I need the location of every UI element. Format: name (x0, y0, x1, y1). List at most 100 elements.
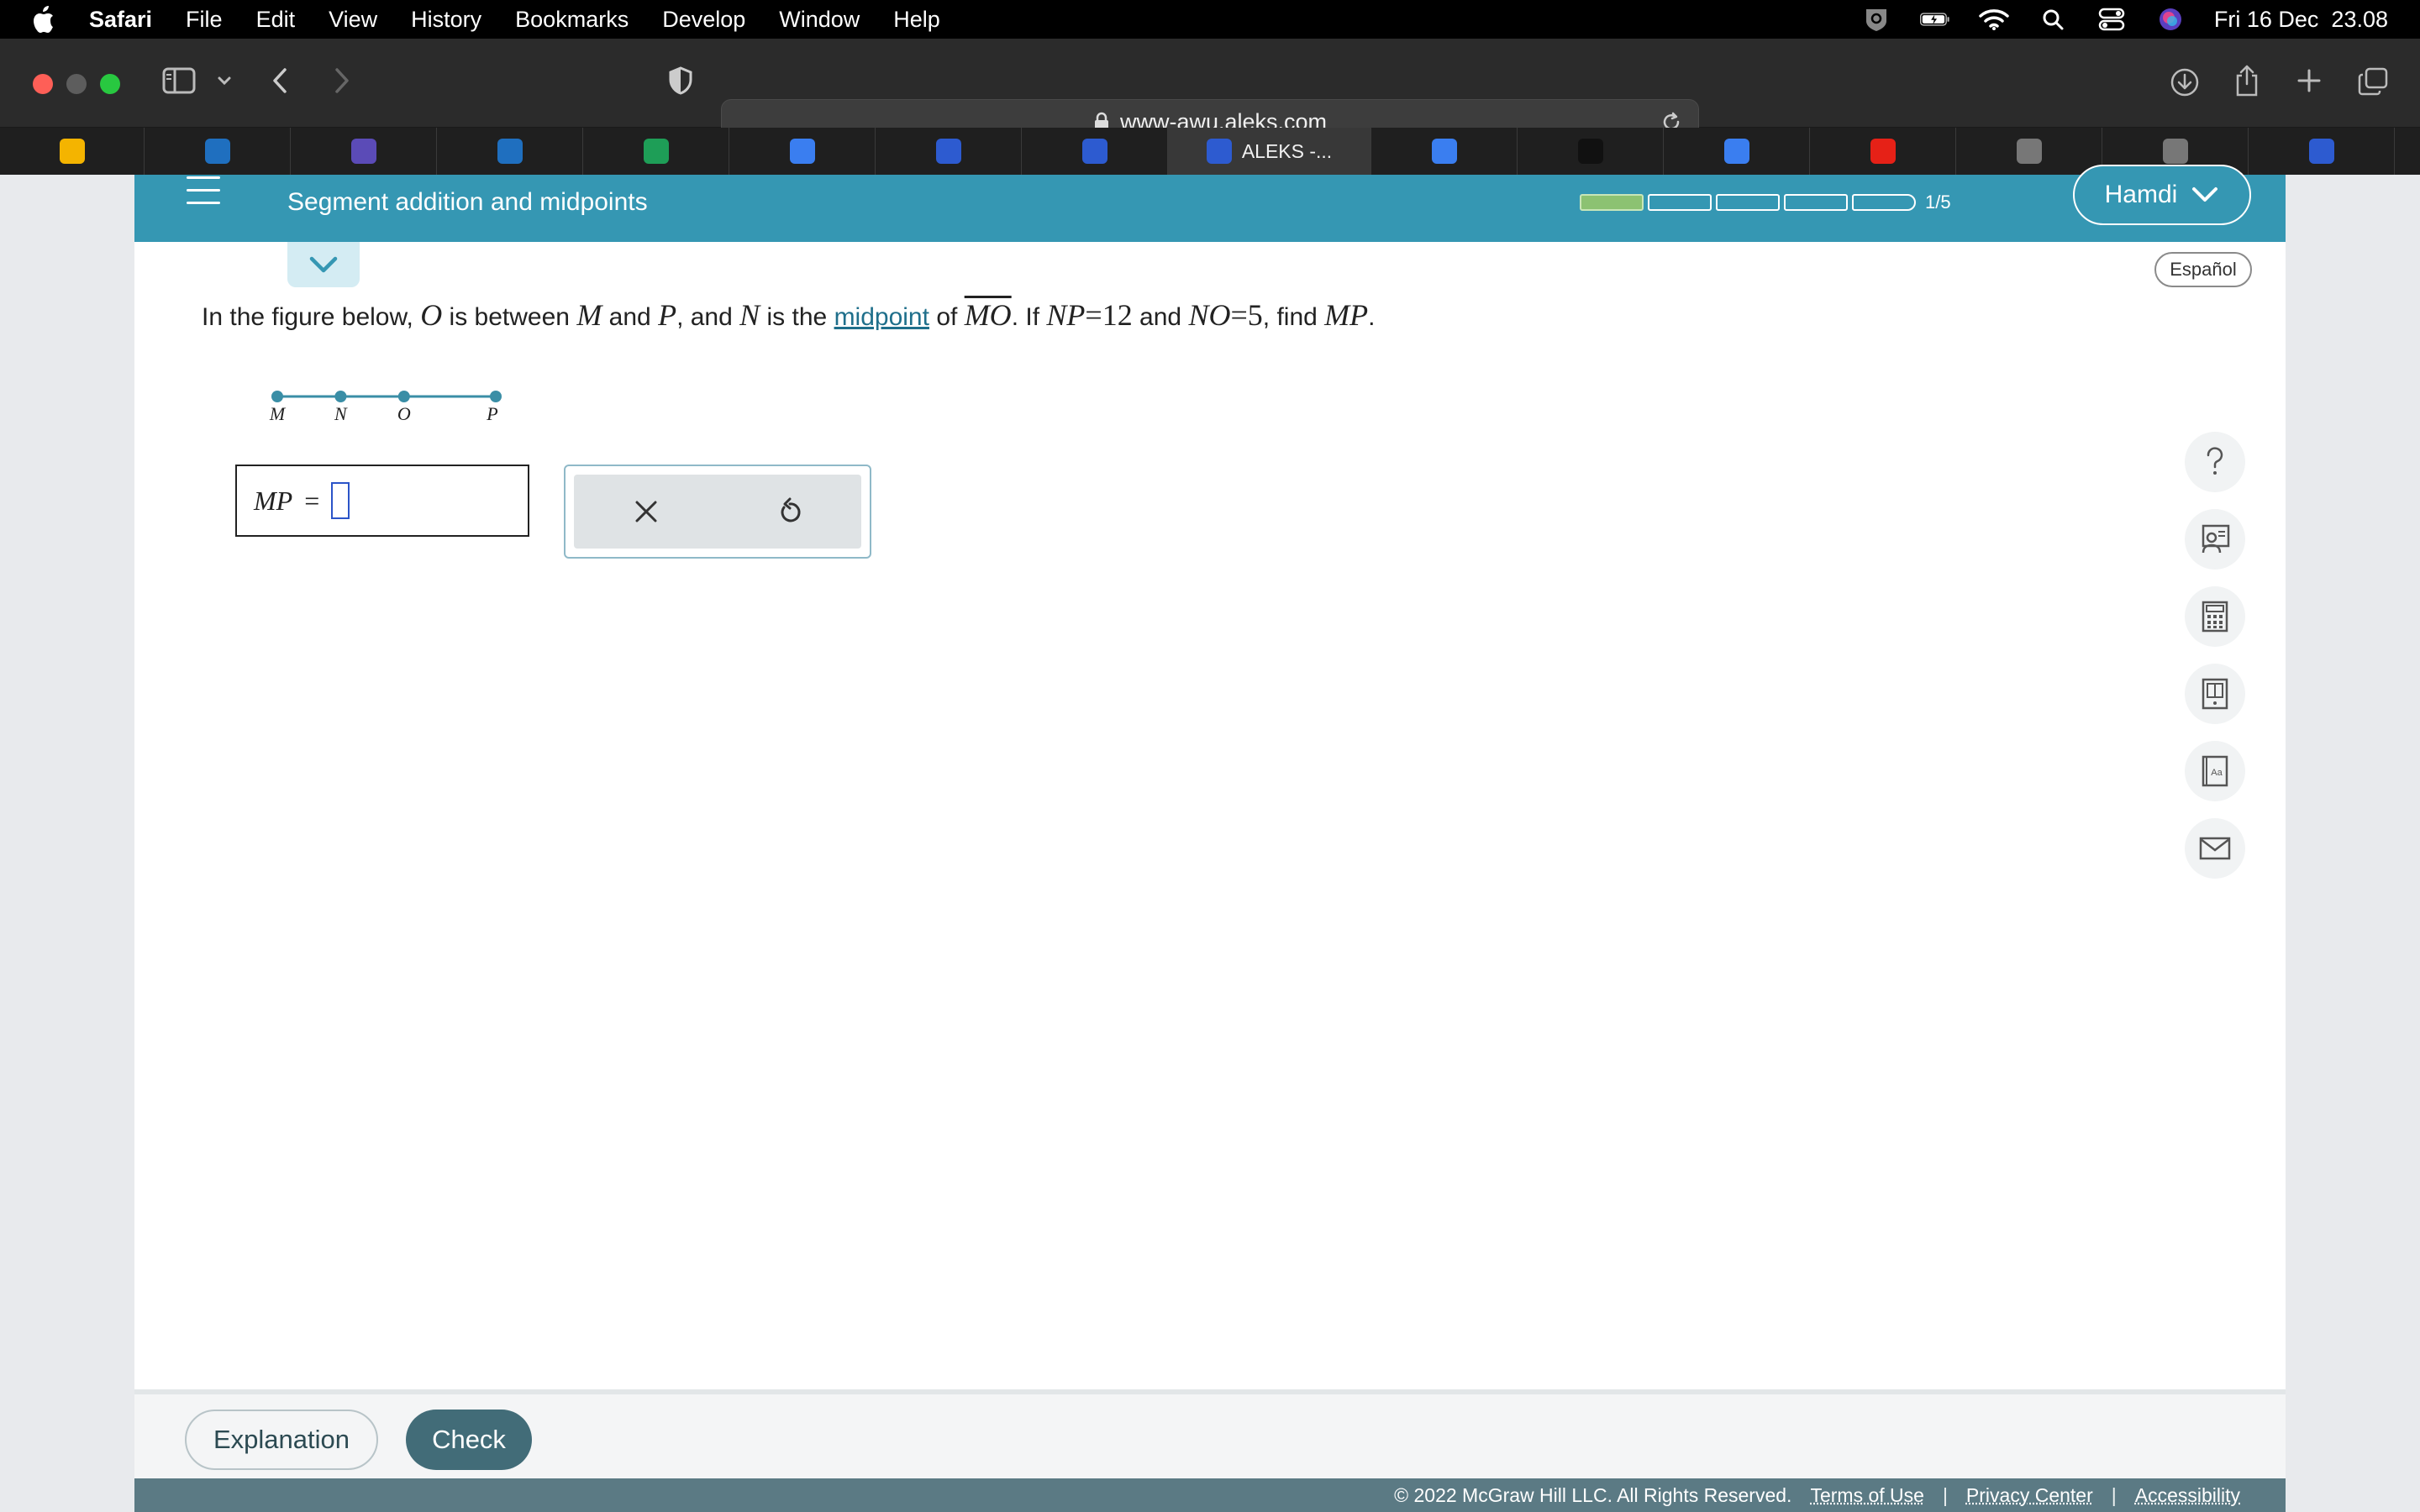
answer-label: MP (254, 485, 293, 516)
question-math: M (576, 298, 602, 332)
ebook-button[interactable] (2185, 664, 2245, 724)
dictionary-icon: Aa (2202, 755, 2228, 787)
menu-edit[interactable]: Edit (256, 7, 296, 33)
action-bar: Explanation Check (134, 1389, 2286, 1483)
midpoint-link[interactable]: midpoint (834, 303, 929, 331)
privacy-shield-icon[interactable] (666, 66, 696, 96)
browser-tab[interactable]: ALEKS -... (1168, 128, 1371, 175)
segment-point (334, 391, 347, 402)
question-math: MP (1324, 298, 1369, 332)
browser-tab[interactable] (729, 128, 876, 175)
menu-help[interactable]: Help (893, 7, 940, 33)
point-label: O (397, 403, 411, 424)
message-button[interactable] (2185, 818, 2245, 879)
google-drive-icon (59, 139, 85, 164)
tutor-button[interactable] (2185, 509, 2245, 570)
progress-segment (1648, 194, 1712, 211)
segment-point (490, 391, 502, 402)
browser-tab[interactable] (437, 128, 583, 175)
schoology-icon (497, 139, 523, 164)
menu-file[interactable]: File (186, 7, 223, 33)
menu-window[interactable]: Window (779, 7, 860, 33)
dictionary-button[interactable]: Aa (2185, 741, 2245, 801)
apple-icon[interactable] (29, 5, 57, 34)
explanation-button[interactable]: Explanation (185, 1410, 378, 1470)
undo-button[interactable] (718, 475, 861, 549)
topic-header: Segment addition and midpoints 1/5 Hamdi (134, 165, 2286, 242)
google-docs-icon (1723, 139, 1749, 164)
browser-tab[interactable] (1664, 128, 1810, 175)
browser-tab[interactable] (2249, 128, 2395, 175)
question-segment: . If (1011, 303, 1040, 331)
menu-bar: Safari File Edit View History Bookmarks … (0, 0, 2420, 39)
aleks-icon (1081, 139, 1107, 164)
check-button[interactable]: Check (406, 1410, 532, 1470)
app-icon (2162, 139, 2188, 164)
minimize-window-button[interactable] (66, 74, 87, 94)
menu-develop[interactable]: Develop (662, 7, 745, 33)
browser-toolbar: www-awu.aleks.com (0, 39, 2420, 144)
question-segment: of (936, 303, 958, 331)
control-center-icon[interactable] (2096, 7, 2127, 32)
browser-tab[interactable] (1022, 128, 1168, 175)
point-label: P (486, 403, 497, 424)
privacy-extension-icon[interactable] (1861, 7, 1891, 32)
segment-point (397, 391, 410, 402)
tab-overview-icon[interactable] (2356, 66, 2390, 97)
footer: © 2022 McGraw Hill LLC. All Rights Reser… (134, 1478, 2286, 1512)
chevron-down-icon[interactable] (215, 71, 234, 91)
browser-tab[interactable] (876, 128, 1022, 175)
accessibility-link[interactable]: Accessibility (2135, 1484, 2240, 1507)
question-math: = (1085, 298, 1102, 332)
answer-cursor[interactable] (331, 482, 350, 519)
question-segment: In the figure below, (202, 303, 413, 331)
browser-tab[interactable] (1518, 128, 1664, 175)
menu-bookmarks[interactable]: Bookmarks (515, 7, 629, 33)
answer-input[interactable]: MP = (235, 465, 529, 537)
aleks-page: Segment addition and midpoints 1/5 Hamdi… (134, 165, 2286, 1512)
siri-icon[interactable] (2155, 7, 2186, 32)
browser-tab[interactable] (1371, 128, 1518, 175)
browser-tab[interactable] (145, 128, 291, 175)
menu-view[interactable]: View (329, 7, 377, 33)
menu-app-safari[interactable]: Safari (89, 7, 152, 33)
answer-keypad (564, 465, 871, 559)
menu-icon[interactable] (187, 176, 220, 210)
wifi-icon[interactable] (1979, 7, 2009, 32)
user-menu-button[interactable]: Hamdi (2073, 165, 2251, 225)
segment-figure: M N O P (269, 391, 502, 424)
privacy-link[interactable]: Privacy Center (1966, 1484, 2093, 1507)
progress-segment (1716, 194, 1780, 211)
youtube-icon (1870, 139, 1896, 164)
espanol-button[interactable]: Español (2154, 252, 2252, 287)
clear-button[interactable] (574, 475, 718, 549)
battery-icon[interactable] (1919, 7, 1950, 32)
sidebar-toggle-icon[interactable] (161, 66, 197, 96)
share-icon[interactable] (2232, 62, 2262, 99)
progress-label: 1/5 (1925, 192, 1951, 213)
close-icon (635, 501, 656, 522)
progress-indicator: 1/5 (1580, 192, 1951, 213)
back-icon[interactable] (267, 66, 292, 96)
zoom-window-button[interactable] (100, 74, 120, 94)
new-tab-icon[interactable] (2294, 66, 2324, 96)
calculator-button[interactable] (2185, 586, 2245, 647)
tab-label: ALEKS -... (1241, 139, 1333, 162)
question-text: In the figure below, O is between M and … (202, 297, 1376, 333)
browser-tab[interactable] (291, 128, 437, 175)
forward-icon[interactable] (329, 66, 355, 96)
question-math: = (1230, 298, 1248, 332)
browser-tab[interactable] (583, 128, 729, 175)
close-window-button[interactable] (33, 74, 53, 94)
menu-history[interactable]: History (411, 7, 481, 33)
browser-tab[interactable] (1810, 128, 1956, 175)
keypad-buttons (574, 475, 861, 549)
menubar-datetime[interactable]: Fri 16 Dec 23.08 (2214, 7, 2388, 33)
terms-link[interactable]: Terms of Use (1810, 1484, 1923, 1507)
help-button[interactable] (2185, 432, 2245, 492)
browser-tab[interactable] (0, 128, 145, 175)
downloads-icon[interactable] (2168, 66, 2202, 99)
spotlight-search-icon[interactable] (2038, 7, 2068, 32)
browser-tab[interactable] (1956, 128, 2102, 175)
collapse-header-button[interactable] (287, 242, 360, 287)
